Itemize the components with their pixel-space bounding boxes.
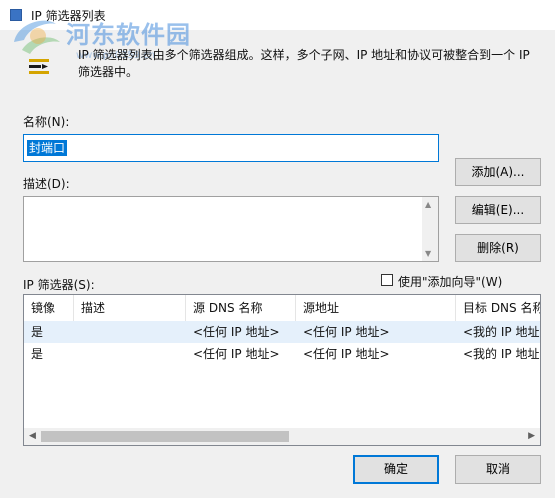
cancel-button[interactable]: 取消 — [455, 455, 541, 484]
description-textarea[interactable]: ▲ ▼ — [23, 196, 439, 262]
cell-dest-dns: <我的 IP 地址> — [463, 347, 541, 361]
scroll-right-icon[interactable]: ▶ — [528, 431, 535, 441]
cell-source-dns: <任何 IP 地址> — [193, 325, 280, 339]
ip-filters-list[interactable]: 镜像 描述 源 DNS 名称 源地址 目标 DNS 名称 是 <任何 IP 地址… — [23, 294, 541, 446]
cell-source-dns: <任何 IP 地址> — [193, 347, 280, 361]
cell-mirrored: 是 — [31, 347, 44, 361]
edit-button[interactable]: 编辑(E)... — [455, 196, 541, 224]
name-input[interactable]: 封端口 — [23, 134, 439, 162]
add-wizard-checkbox[interactable] — [381, 274, 393, 286]
column-header-dest-dns[interactable]: 目标 DNS 名称 — [456, 295, 540, 321]
filter-list-icon — [29, 59, 49, 74]
title-bar[interactable]: IP 筛选器列表 — [0, 0, 555, 30]
ok-button[interactable]: 确定 — [353, 455, 439, 484]
table-row[interactable]: 是 <任何 IP 地址> <任何 IP 地址> <我的 IP 地址> — [24, 321, 541, 343]
cell-dest-dns: <我的 IP 地址> — [463, 325, 541, 339]
scroll-up-icon[interactable]: ▲ — [425, 200, 431, 209]
description-label: 描述(D): — [23, 177, 70, 191]
column-header-description[interactable]: 描述 — [74, 295, 186, 321]
ip-filters-label: IP 筛选器(S): — [23, 278, 95, 292]
column-header-source-dns[interactable]: 源 DNS 名称 — [186, 295, 296, 321]
scroll-down-icon[interactable]: ▼ — [425, 249, 431, 258]
column-header-source-address[interactable]: 源地址 — [296, 295, 456, 321]
cell-description — [74, 321, 186, 343]
cell-source-address: <任何 IP 地址> — [303, 347, 390, 361]
dialog-description: IP 筛选器列表由多个筛选器组成。这样，多个子网、IP 地址和协议可被整合到一个… — [78, 48, 530, 79]
name-input-value: 封端口 — [27, 140, 68, 156]
column-header-mirrored[interactable]: 镜像 — [24, 295, 74, 321]
window-icon — [10, 9, 22, 21]
add-button[interactable]: 添加(A)... — [455, 158, 541, 186]
list-header: 镜像 描述 源 DNS 名称 源地址 目标 DNS 名称 — [24, 295, 540, 321]
scroll-left-icon[interactable]: ◀ — [29, 431, 36, 441]
cell-source-address: <任何 IP 地址> — [303, 325, 390, 339]
window-title: IP 筛选器列表 — [31, 9, 106, 23]
cell-description — [74, 343, 186, 365]
scrollbar-thumb[interactable] — [41, 431, 289, 442]
delete-button[interactable]: 删除(R) — [455, 234, 541, 262]
name-label: 名称(N): — [23, 115, 70, 129]
ip-filter-list-dialog: IP 筛选器列表 河东软件园 www.pc0359.cn IP 筛选器列表由多个… — [0, 0, 555, 498]
table-row[interactable]: 是 <任何 IP 地址> <任何 IP 地址> <我的 IP 地址> — [24, 343, 541, 365]
add-wizard-label: 使用"添加向导"(W) — [398, 275, 503, 289]
list-horizontal-scrollbar[interactable]: ◀ ▶ — [24, 428, 540, 445]
description-scrollbar[interactable]: ▲ ▼ — [422, 197, 438, 261]
cell-mirrored: 是 — [31, 325, 44, 339]
